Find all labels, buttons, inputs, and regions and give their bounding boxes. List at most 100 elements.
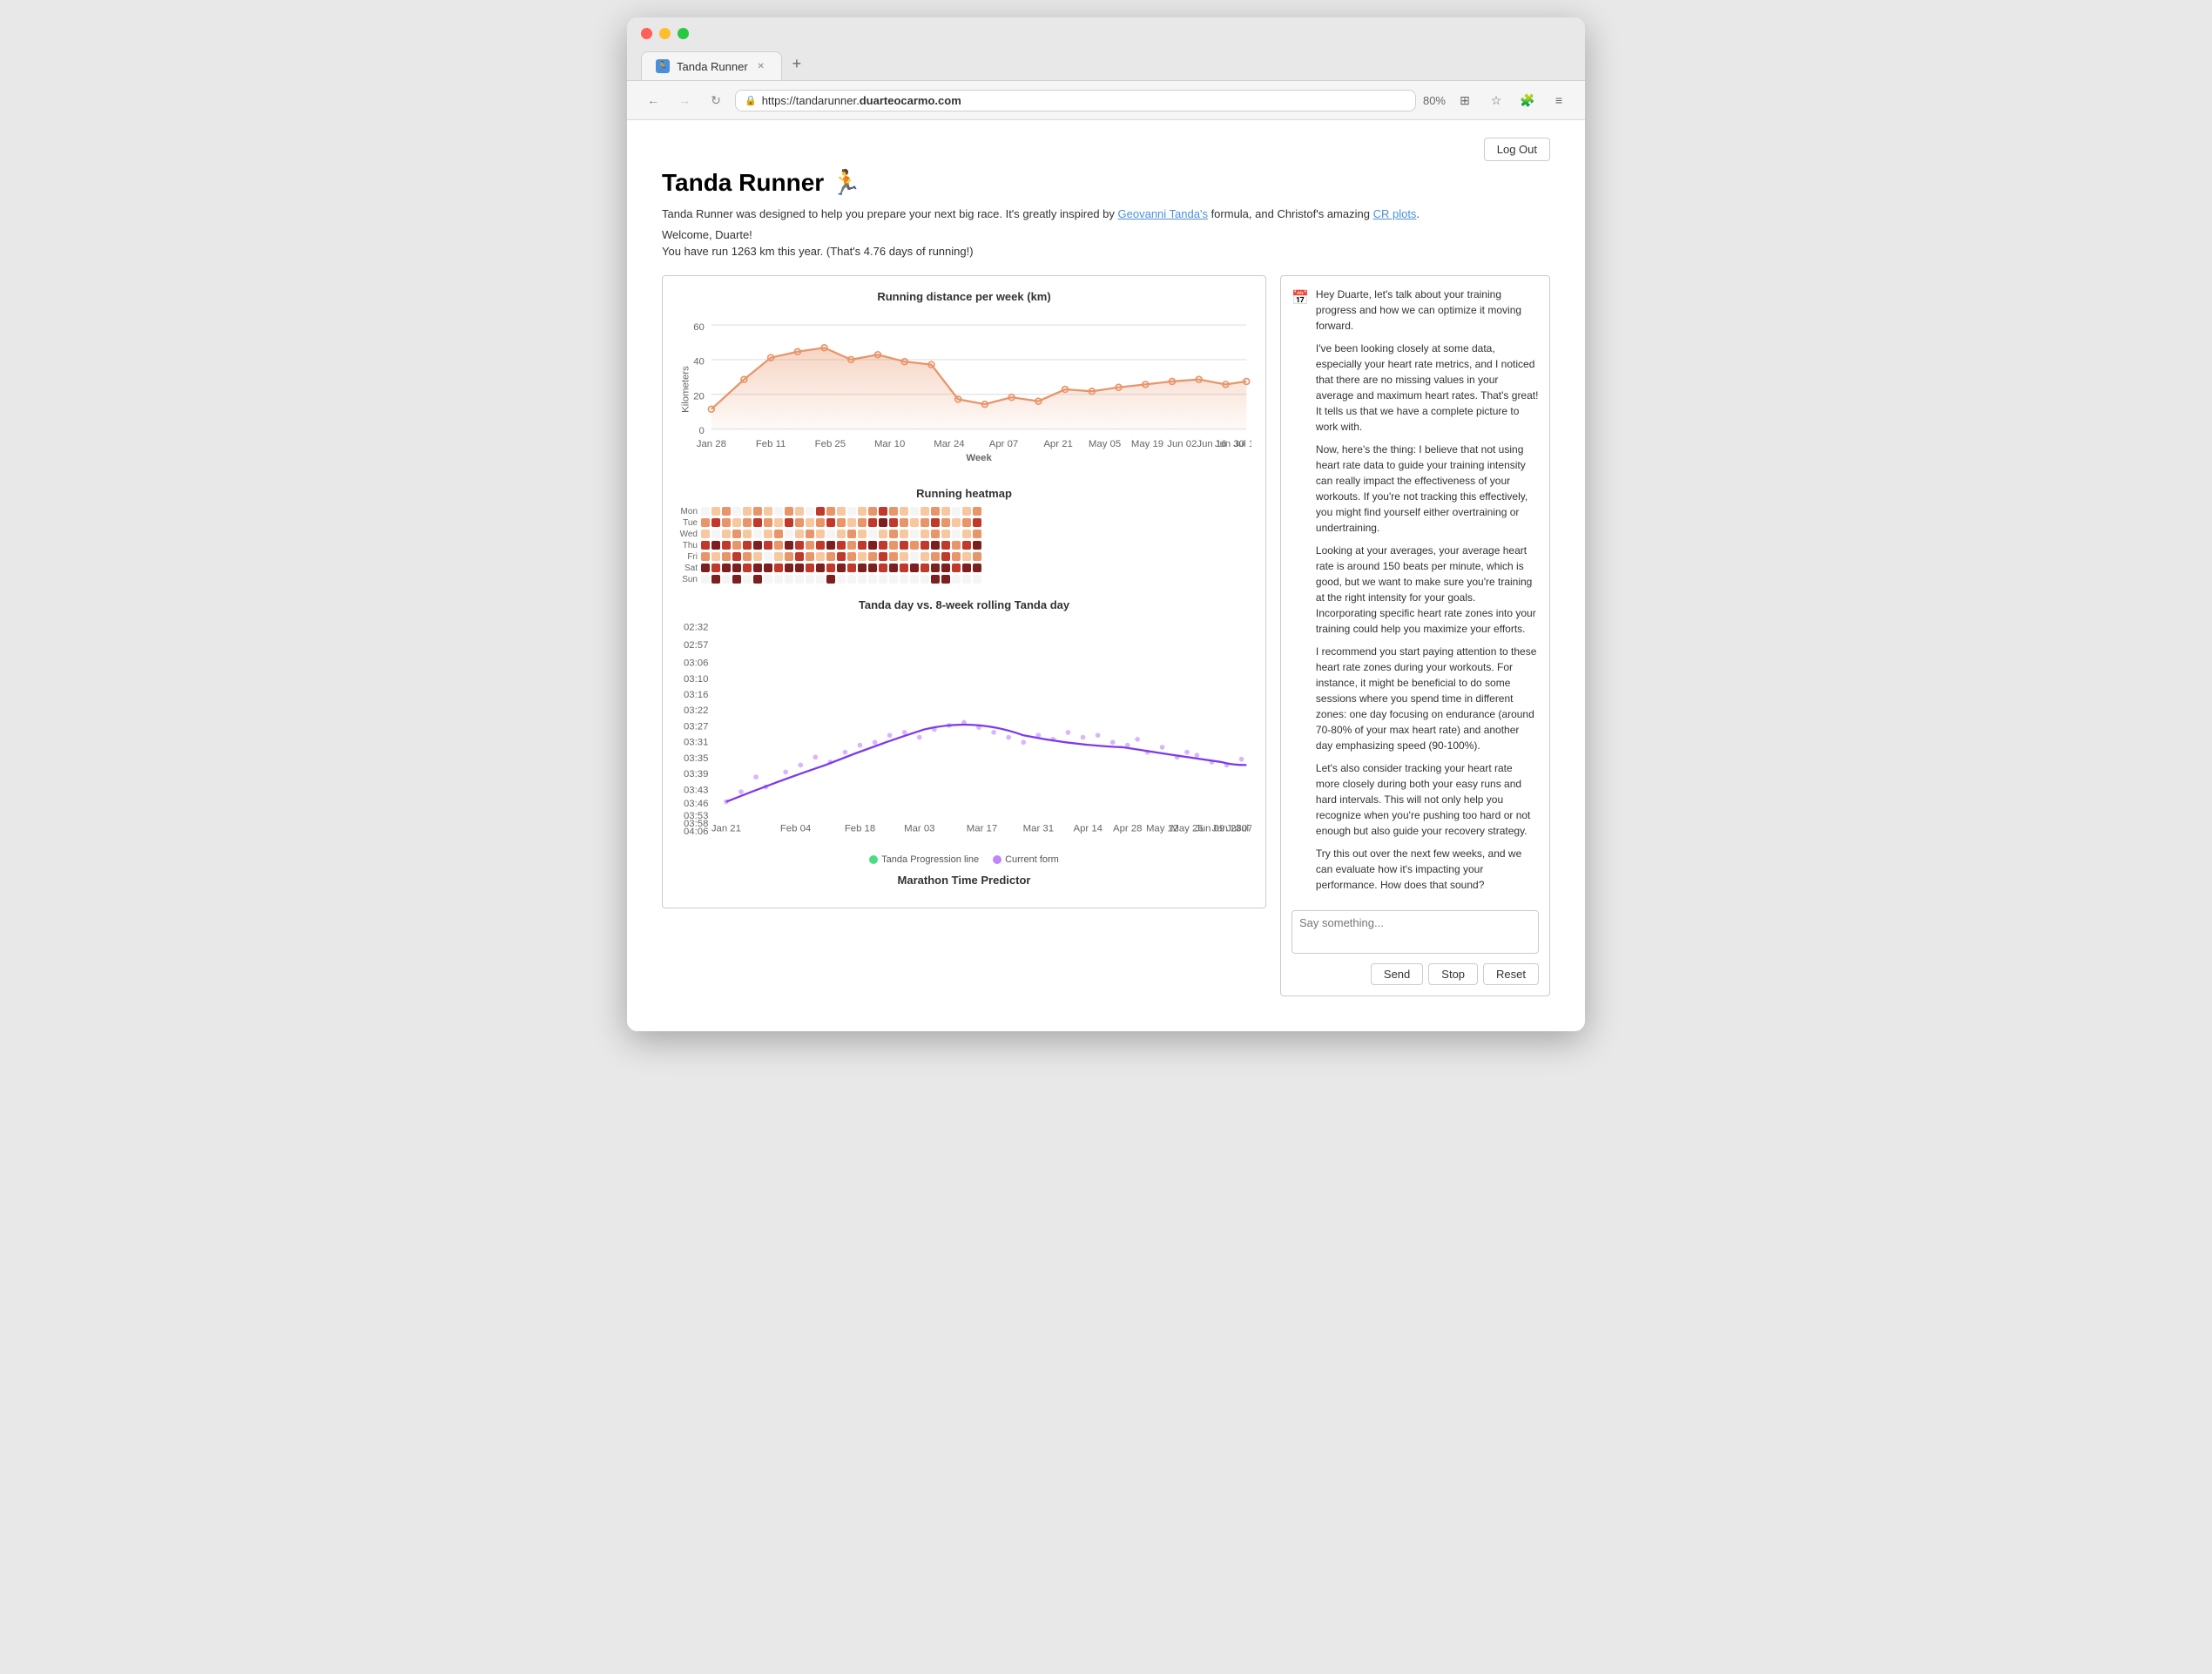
chat-msg-4: I recommend you start paying attention t… xyxy=(1316,644,1539,753)
heatmap-cell xyxy=(941,564,950,572)
more-button[interactable]: ≡ xyxy=(1547,88,1571,112)
grid-view-button[interactable]: ⊞ xyxy=(1453,88,1477,112)
heatmap-cell xyxy=(764,552,772,561)
heatmap-cell xyxy=(941,530,950,538)
stop-button[interactable]: Stop xyxy=(1428,963,1478,985)
logout-button[interactable]: Log Out xyxy=(1484,138,1550,161)
heatmap-cells-wed xyxy=(701,530,981,538)
heatmap-cell xyxy=(921,541,929,550)
app-title-text: Tanda Runner xyxy=(662,169,824,197)
heatmap-row-fri: Fri xyxy=(677,552,1251,562)
heatmap-cell xyxy=(910,530,919,538)
close-button[interactable] xyxy=(641,28,652,39)
heatmap-cell xyxy=(753,552,762,561)
heatmap-label-fri: Fri xyxy=(677,552,701,562)
heatmap-cell xyxy=(910,552,919,561)
heatmap-cell xyxy=(921,552,929,561)
heatmap-cell xyxy=(711,552,720,561)
heatmap-cell xyxy=(941,552,950,561)
heatmap-label-sun: Sun xyxy=(677,575,701,584)
minimize-button[interactable] xyxy=(659,28,671,39)
heatmap-cell xyxy=(921,507,929,516)
heatmap-cell xyxy=(816,564,825,572)
heatmap-cell xyxy=(941,507,950,516)
heatmap-cell xyxy=(816,530,825,538)
tanda-chart-title: Tanda day vs. 8-week rolling Tanda day xyxy=(677,598,1251,611)
heatmap-cell xyxy=(701,552,710,561)
reset-button[interactable]: Reset xyxy=(1483,963,1539,985)
reload-button[interactable]: ↻ xyxy=(704,88,728,112)
heatmap-cell xyxy=(722,541,731,550)
heatmap-cell xyxy=(921,575,929,584)
chat-input-area: Send Stop Reset xyxy=(1291,910,1539,985)
heatmap-cell xyxy=(826,564,835,572)
heatmap-cell xyxy=(921,530,929,538)
heatmap-cell xyxy=(879,541,887,550)
heatmap-cell xyxy=(910,518,919,527)
maximize-button[interactable] xyxy=(678,28,689,39)
heatmap-cell xyxy=(806,541,814,550)
heatmap-cell xyxy=(879,530,887,538)
new-tab-button[interactable]: + xyxy=(782,48,813,80)
forward-button[interactable]: → xyxy=(672,88,697,112)
heatmap-row-thu: Thu xyxy=(677,541,1251,550)
heatmap-cell xyxy=(785,518,793,527)
heatmap-cell xyxy=(941,575,950,584)
heatmap-cell xyxy=(795,541,804,550)
heatmap-cell xyxy=(701,564,710,572)
heatmap-cell xyxy=(711,507,720,516)
heatmap-cell xyxy=(764,541,772,550)
cr-plots-link[interactable]: CR plots xyxy=(1373,207,1417,220)
heatmap-cell xyxy=(732,552,741,561)
svg-text:Feb 18: Feb 18 xyxy=(845,823,875,834)
heatmap-cell xyxy=(785,541,793,550)
heatmap-cell xyxy=(795,564,804,572)
heatmap-cell xyxy=(910,564,919,572)
svg-text:May 05: May 05 xyxy=(1089,439,1121,449)
heatmap-cell xyxy=(858,530,867,538)
tanda-link[interactable]: Geovanni Tanda's xyxy=(1118,207,1208,220)
subtitle-mid: formula, and Christof's amazing xyxy=(1208,207,1373,220)
heatmap-cell xyxy=(785,507,793,516)
svg-text:03:31: 03:31 xyxy=(684,737,708,747)
heatmap-cell xyxy=(837,575,846,584)
chat-input[interactable] xyxy=(1291,910,1539,954)
extensions-button[interactable]: 🧩 xyxy=(1515,88,1540,112)
heatmap-cell xyxy=(722,518,731,527)
heatmap-cell xyxy=(858,541,867,550)
heatmap-cell xyxy=(732,530,741,538)
heatmap-cell xyxy=(732,507,741,516)
back-button[interactable]: ← xyxy=(641,88,665,112)
heatmap-cell xyxy=(889,541,898,550)
address-bar[interactable]: 🔒 https://tandarunner.duarteocarmo.com xyxy=(735,90,1416,111)
heatmap-cell xyxy=(764,575,772,584)
subtitle-text: Tanda Runner was designed to help you pr… xyxy=(662,207,1118,220)
heatmap-cell xyxy=(858,564,867,572)
heatmap-cell xyxy=(962,530,971,538)
heatmap-cell xyxy=(806,575,814,584)
heatmap-cell xyxy=(826,541,835,550)
heatmap-cell xyxy=(774,530,783,538)
distance-chart: 60 40 20 0 Kilometers xyxy=(677,310,1251,473)
heatmap-cell xyxy=(931,507,940,516)
heatmap-cell xyxy=(806,518,814,527)
tab-close-button[interactable]: ✕ xyxy=(755,60,767,72)
heatmap-label-thu: Thu xyxy=(677,541,701,550)
heatmap-cell xyxy=(879,575,887,584)
send-button[interactable]: Send xyxy=(1371,963,1423,985)
heatmap-cell xyxy=(868,575,877,584)
heatmap-cell xyxy=(910,507,919,516)
svg-text:Apr 14: Apr 14 xyxy=(1074,823,1103,834)
svg-text:20: 20 xyxy=(693,391,705,402)
distance-chart-svg: 60 40 20 0 Kilometers xyxy=(677,310,1251,469)
heatmap-cell xyxy=(722,530,731,538)
chat-msg-5: Let's also consider tracking your heart … xyxy=(1316,760,1539,839)
heatmap-cell xyxy=(701,541,710,550)
tab-title: Tanda Runner xyxy=(677,60,748,73)
bookmark-button[interactable]: ☆ xyxy=(1484,88,1508,112)
heatmap-cell xyxy=(847,575,856,584)
browser-tab[interactable]: 🏃 Tanda Runner ✕ xyxy=(641,51,782,80)
distance-chart-title: Running distance per week (km) xyxy=(677,290,1251,303)
heatmap-cell xyxy=(889,552,898,561)
heatmap-cell xyxy=(921,518,929,527)
